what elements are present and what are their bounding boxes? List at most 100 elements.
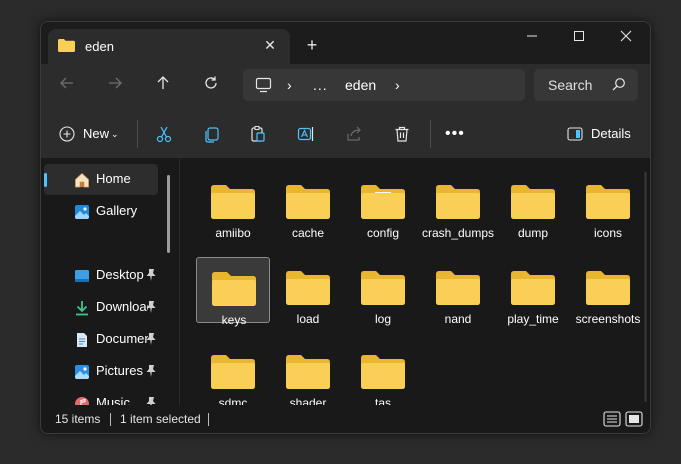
file-name: play_time [507,312,559,326]
pin-icon[interactable] [145,300,157,314]
file-item-keys[interactable]: keys [196,257,270,327]
folder-icon [286,271,330,305]
rename-icon[interactable] [297,122,317,146]
details-button[interactable]: Details [567,122,633,146]
back-arrow-icon[interactable] [51,72,83,102]
close-window-icon[interactable] [603,22,649,52]
chevron-right-icon[interactable]: › [395,69,400,101]
tab-title: eden [85,39,114,54]
sidebar-item-label: Desktop [96,267,144,282]
close-tab-icon[interactable]: ✕ [260,35,280,55]
folder-icon [211,355,255,389]
content-scrollbar[interactable] [644,172,647,402]
chevron-right-icon[interactable]: › [287,69,292,101]
breadcrumb-overflow[interactable]: ... [313,69,328,101]
sidebar-item-desktop[interactable]: Desktop [44,260,158,291]
monitor-icon [255,77,272,93]
paste-icon[interactable] [249,122,269,146]
maximize-icon[interactable] [556,22,602,52]
pin-icon[interactable] [145,268,157,282]
file-item-log[interactable]: log [346,257,420,326]
file-item-cache[interactable]: cache [271,171,345,240]
folder-icon [436,271,480,305]
folder-icon [361,271,405,305]
file-item-load[interactable]: load [271,257,345,326]
file-item-config[interactable]: config [346,171,420,240]
document-icon [77,333,87,347]
selection-indicator [44,173,47,187]
sidebar-item-label: Downloads [96,299,148,314]
cut-icon[interactable] [155,122,175,146]
file-name: config [366,226,400,240]
folder-icon [286,185,330,219]
pin-icon[interactable] [145,364,157,378]
file-item-dump[interactable]: dump [496,171,570,240]
plus-circle-icon [59,126,75,142]
status-divider [110,413,111,426]
navigation-bar: › ... eden › Search [41,64,650,110]
address-bar[interactable]: › ... eden › [243,69,525,101]
file-item-shader[interactable]: shader [271,341,345,410]
share-icon[interactable] [345,122,365,146]
file-item-nand[interactable]: nand [421,257,495,326]
file-name: log [374,312,391,326]
folder-icon [211,185,255,219]
search-box[interactable]: Search [534,69,638,101]
file-item-screenshots[interactable]: screenshots [571,257,645,326]
sidebar-item-label: Documents [96,331,148,346]
more-options-icon[interactable]: ••• [445,122,465,146]
new-tab-icon[interactable]: + [301,34,323,56]
file-name: amiibo [215,226,251,240]
sidebar-item-downloads[interactable]: Downloads [44,292,158,323]
new-button[interactable]: New ⌄ [59,122,125,146]
file-item-sdmc[interactable]: sdmc [196,341,270,410]
selection-count: 1 item selected [120,412,201,426]
download-icon [76,301,88,316]
desktop-icon [75,270,89,282]
tab-eden[interactable]: eden ✕ [48,29,290,64]
file-item-play-time[interactable]: play_time [496,257,570,326]
file-name: dump [517,226,549,240]
sidebar-item-pictures[interactable]: Pictures [44,356,158,387]
up-arrow-icon[interactable] [147,72,179,102]
sidebar-item-gallery[interactable]: Gallery [44,196,158,227]
chevron-down-icon: ⌄ [111,129,119,139]
folder-icon [286,355,330,389]
file-item-crash-dumps[interactable]: crash_dumps [421,171,495,240]
file-name: crash_dumps [421,226,495,240]
sidebar-item-documents[interactable]: Documents [44,324,158,355]
details-pane-icon [567,127,583,141]
file-item-tas[interactable]: tas [346,341,420,410]
toolbar-divider [137,120,138,148]
sidebar-scrollbar[interactable] [167,175,170,253]
file-grid: amiibo cache config crash_dumps dump icons key… [181,159,650,410]
pin-icon[interactable] [145,332,157,346]
thumbnail-view-icon[interactable] [625,410,643,428]
home-icon [75,172,89,188]
search-placeholder: Search [548,77,593,93]
details-view-icon[interactable] [603,410,621,428]
forward-arrow-icon[interactable] [99,72,131,102]
folder-icon [212,272,256,306]
folder-icon [511,271,555,305]
sidebar-item-home[interactable]: Home [44,164,158,195]
command-bar: New ⌄ ••• Details [41,110,650,159]
folder-icon [586,185,630,219]
sidebar-item-label: Gallery [96,203,138,218]
toolbar-divider [430,120,431,148]
copy-icon[interactable] [203,122,223,146]
folder-icon [361,355,405,389]
minimize-icon[interactable] [509,22,555,52]
folder-icon [436,185,480,219]
file-item-icons[interactable]: icons [571,171,645,240]
navigation-pane: Home Gallery Desktop Downloa Docume Pict… [41,159,175,411]
breadcrumb-eden[interactable]: eden [345,69,376,101]
search-icon [612,78,625,91]
folder-icon [586,271,630,305]
pane-divider [179,159,180,405]
refresh-icon[interactable] [195,72,227,102]
new-label: New [83,126,110,141]
file-name: nand [444,312,472,326]
delete-icon[interactable] [393,122,413,146]
file-item-amiibo[interactable]: amiibo [196,171,270,240]
